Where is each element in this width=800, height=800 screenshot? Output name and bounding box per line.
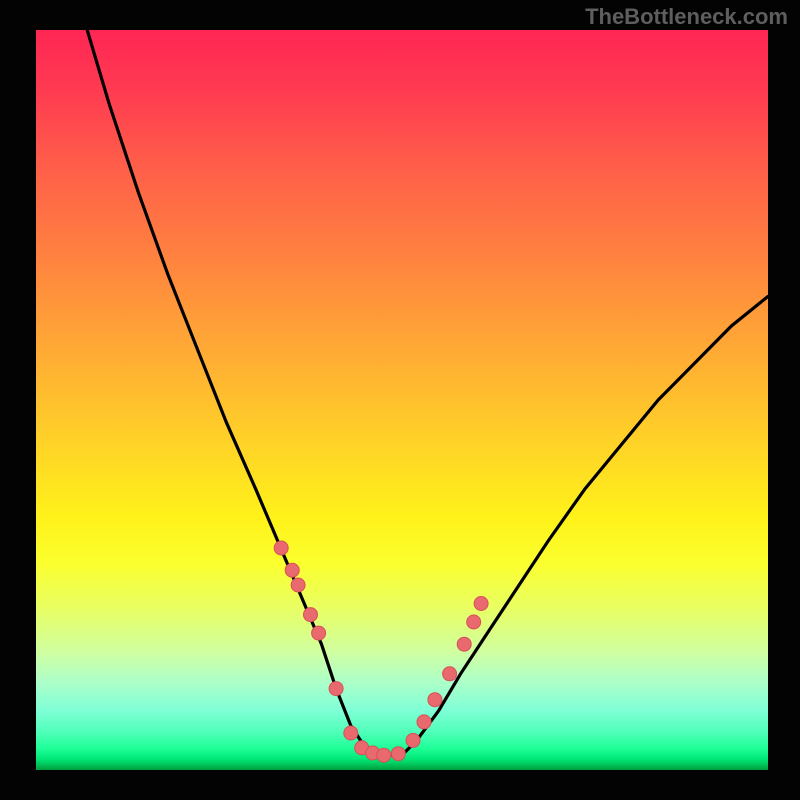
curve-marker: [312, 626, 326, 640]
curve-markers: [274, 541, 488, 762]
curve-marker: [406, 733, 420, 747]
curve-marker: [417, 715, 431, 729]
curve-marker: [443, 667, 457, 681]
curve-marker: [428, 693, 442, 707]
curve-marker: [304, 608, 318, 622]
chart-plot-area: [36, 30, 768, 770]
curve-marker: [474, 597, 488, 611]
curve-marker: [457, 637, 471, 651]
curve-marker: [285, 563, 299, 577]
curve-marker: [291, 578, 305, 592]
curve-marker: [377, 748, 391, 762]
bottleneck-curve: [87, 30, 768, 755]
curve-marker: [274, 541, 288, 555]
curve-marker: [344, 726, 358, 740]
chart-svg: [36, 30, 768, 770]
watermark-text: TheBottleneck.com: [585, 4, 788, 30]
curve-marker: [467, 615, 481, 629]
curve-marker: [391, 747, 405, 761]
curve-marker: [329, 682, 343, 696]
